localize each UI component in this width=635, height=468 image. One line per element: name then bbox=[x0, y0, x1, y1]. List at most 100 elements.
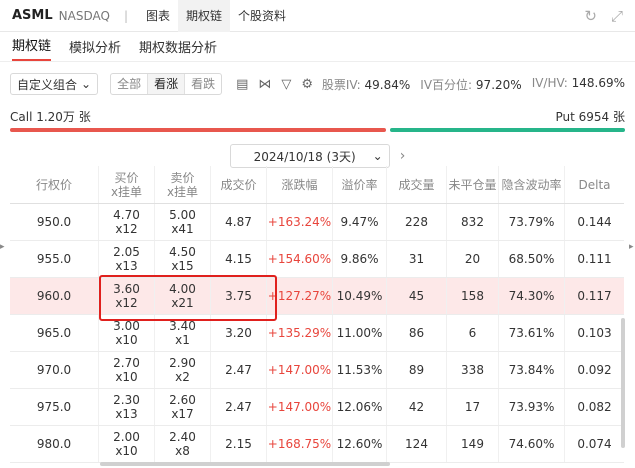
ask-cell[interactable]: 2.40 x8 bbox=[154, 426, 210, 462]
header-last: 成交价 bbox=[210, 166, 266, 203]
iv-cell: 73.93% bbox=[498, 389, 564, 425]
delta-cell: 0.092 bbox=[564, 352, 624, 388]
oi-cell: 832 bbox=[446, 204, 498, 240]
ask-cell[interactable]: 2.60 x17 bbox=[154, 389, 210, 425]
filter-icon[interactable]: ▽ bbox=[281, 77, 291, 92]
call-put-filter: 全部 看涨 看跌 bbox=[110, 73, 223, 95]
header-bid: 买价 x挂单 bbox=[98, 166, 154, 203]
filter-calls[interactable]: 看涨 bbox=[148, 74, 186, 94]
chevron-down-icon: ⌄ bbox=[372, 149, 383, 163]
strike-cell: 970.0 bbox=[36, 363, 72, 377]
delta-cell: 0.082 bbox=[564, 389, 624, 425]
header-premium: 溢价率 bbox=[332, 166, 386, 203]
strike-cell: 955.0 bbox=[36, 252, 72, 266]
filter-all[interactable]: 全部 bbox=[111, 74, 149, 94]
table-row[interactable]: 980.0 2.00 x10 2.40 x8 2.15 +168.75% 12.60… bbox=[10, 426, 624, 463]
combo-dropdown-label: 自定义组合 bbox=[17, 77, 78, 92]
table-row[interactable]: 955.0 2.05 x13 4.50 x15 4.15 +154.60% 9.86… bbox=[10, 241, 624, 278]
vertical-scrollbar[interactable] bbox=[621, 318, 625, 448]
caret-left-icon[interactable]: ▸ bbox=[0, 240, 6, 254]
oi-cell: 17 bbox=[446, 389, 498, 425]
expiry-selector-bar: 2024/10/18 (3天) ⌄ › bbox=[0, 144, 635, 168]
bid-cell[interactable]: 4.70 x12 bbox=[98, 204, 154, 240]
toolbar: 自定义组合 ⌄ 全部 看涨 看跌 ▤ ⋈ ▽ ⚙ 股票IV: 49.84% IV… bbox=[0, 68, 635, 100]
stock-iv-value: 49.84% bbox=[364, 77, 411, 92]
volume-cell: 228 bbox=[386, 204, 446, 240]
header-implied-volatility: 隐含波动率 bbox=[498, 166, 564, 203]
premium-cell: 12.06% bbox=[332, 389, 386, 425]
put-volume-label: Put 6954 张 bbox=[555, 109, 625, 124]
iv-percentile-value: 97.20% bbox=[475, 77, 522, 92]
chevron-right-icon[interactable]: › bbox=[400, 148, 406, 164]
last-cell: 2.15 bbox=[210, 426, 266, 462]
subtab-simulation[interactable]: 模拟分析 bbox=[69, 37, 121, 61]
header-separator: | bbox=[123, 8, 128, 23]
delta-cell: 0.117 bbox=[564, 278, 624, 314]
premium-cell: 9.86% bbox=[332, 241, 386, 277]
tab-option-chain[interactable]: 期权链 bbox=[178, 0, 231, 32]
horizontal-scrollbar[interactable] bbox=[100, 462, 390, 466]
expand-icon[interactable]: ⤢ bbox=[611, 7, 623, 25]
subtab-option-analysis[interactable]: 期权数据分析 bbox=[139, 37, 217, 61]
strike-cell: 975.0 bbox=[36, 400, 72, 414]
header-strike: 行权价 bbox=[35, 177, 72, 192]
change-cell: +168.75% bbox=[266, 426, 332, 462]
table-row[interactable]: 975.0 2.30 x13 2.60 x17 2.47 +147.00% 12.0… bbox=[10, 389, 624, 426]
volume-cell: 124 bbox=[386, 426, 446, 462]
delta-cell: 0.103 bbox=[564, 315, 624, 351]
selection-highlight-box bbox=[99, 275, 277, 321]
expiry-date-select[interactable]: 2024/10/18 (3天) ⌄ bbox=[229, 144, 390, 168]
delta-cell: 0.111 bbox=[564, 241, 624, 277]
split-view-icon[interactable]: ⋈ bbox=[258, 77, 271, 92]
table-header: 行权价 买价 x挂单 卖价 x挂单 成交价 涨跌幅 溢价率 成交量 未平仓量 隐含波… bbox=[10, 166, 624, 204]
ask-cell[interactable]: 5.00 x41 bbox=[154, 204, 210, 240]
bid-cell[interactable]: 2.05 x13 bbox=[98, 241, 154, 277]
volume-cell: 31 bbox=[386, 241, 446, 277]
caret-right-icon[interactable]: ▸ bbox=[629, 240, 635, 254]
last-cell: 4.15 bbox=[210, 241, 266, 277]
filter-puts[interactable]: 看跌 bbox=[185, 74, 221, 94]
volume-cell: 45 bbox=[386, 278, 446, 314]
change-cell: +135.29% bbox=[266, 315, 332, 351]
tab-profile[interactable]: 个股资料 bbox=[230, 0, 294, 32]
table-view-icon[interactable]: ▤ bbox=[236, 77, 248, 92]
bid-cell[interactable]: 2.70 x10 bbox=[98, 352, 154, 388]
header-open-interest: 未平仓量 bbox=[446, 166, 498, 203]
last-cell: 4.87 bbox=[210, 204, 266, 240]
tab-chart[interactable]: 图表 bbox=[138, 0, 178, 32]
ask-cell[interactable]: 2.90 x2 bbox=[154, 352, 210, 388]
combo-dropdown[interactable]: 自定义组合 ⌄ bbox=[10, 73, 99, 95]
call-put-volume: Call 1.20万 张 Put 6954 张 bbox=[0, 104, 635, 128]
iv-cell: 73.61% bbox=[498, 315, 564, 351]
put-bar bbox=[390, 128, 625, 132]
oi-cell: 20 bbox=[446, 241, 498, 277]
strike-cell: 980.0 bbox=[36, 437, 72, 451]
header-ask: 卖价 x挂单 bbox=[154, 166, 210, 203]
subtab-option-chain[interactable]: 期权链 bbox=[12, 35, 52, 61]
strike-cell: 965.0 bbox=[36, 326, 72, 340]
table-row[interactable]: 950.0 4.70 x12 5.00 x41 4.87 +163.24% 9.47… bbox=[10, 204, 624, 241]
stock-symbol: ASML bbox=[12, 8, 53, 23]
change-cell: +147.00% bbox=[266, 389, 332, 425]
bid-cell[interactable]: 2.30 x13 bbox=[98, 389, 154, 425]
call-put-ratio-bar bbox=[0, 128, 635, 132]
volume-cell: 42 bbox=[386, 389, 446, 425]
change-cell: +163.24% bbox=[266, 204, 332, 240]
iv-cell: 73.84% bbox=[498, 352, 564, 388]
change-cell: +147.00% bbox=[266, 352, 332, 388]
bid-cell[interactable]: 2.00 x10 bbox=[98, 426, 154, 462]
iv-cell: 74.30% bbox=[498, 278, 564, 314]
ask-cell[interactable]: 4.50 x15 bbox=[154, 241, 210, 277]
oi-cell: 149 bbox=[446, 426, 498, 462]
delta-cell: 0.144 bbox=[564, 204, 624, 240]
stock-iv-stat: 股票IV: 49.84% bbox=[321, 77, 411, 92]
gear-icon[interactable]: ⚙ bbox=[301, 77, 313, 92]
volume-cell: 86 bbox=[386, 315, 446, 351]
exchange-label: NASDAQ bbox=[58, 8, 110, 23]
iv-cell: 73.79% bbox=[498, 204, 564, 240]
oi-cell: 6 bbox=[446, 315, 498, 351]
change-cell: +154.60% bbox=[266, 241, 332, 277]
last-cell: 2.47 bbox=[210, 352, 266, 388]
refresh-icon[interactable]: ↻ bbox=[584, 7, 597, 25]
table-row[interactable]: 970.0 2.70 x10 2.90 x2 2.47 +147.00% 11.53… bbox=[10, 352, 624, 389]
